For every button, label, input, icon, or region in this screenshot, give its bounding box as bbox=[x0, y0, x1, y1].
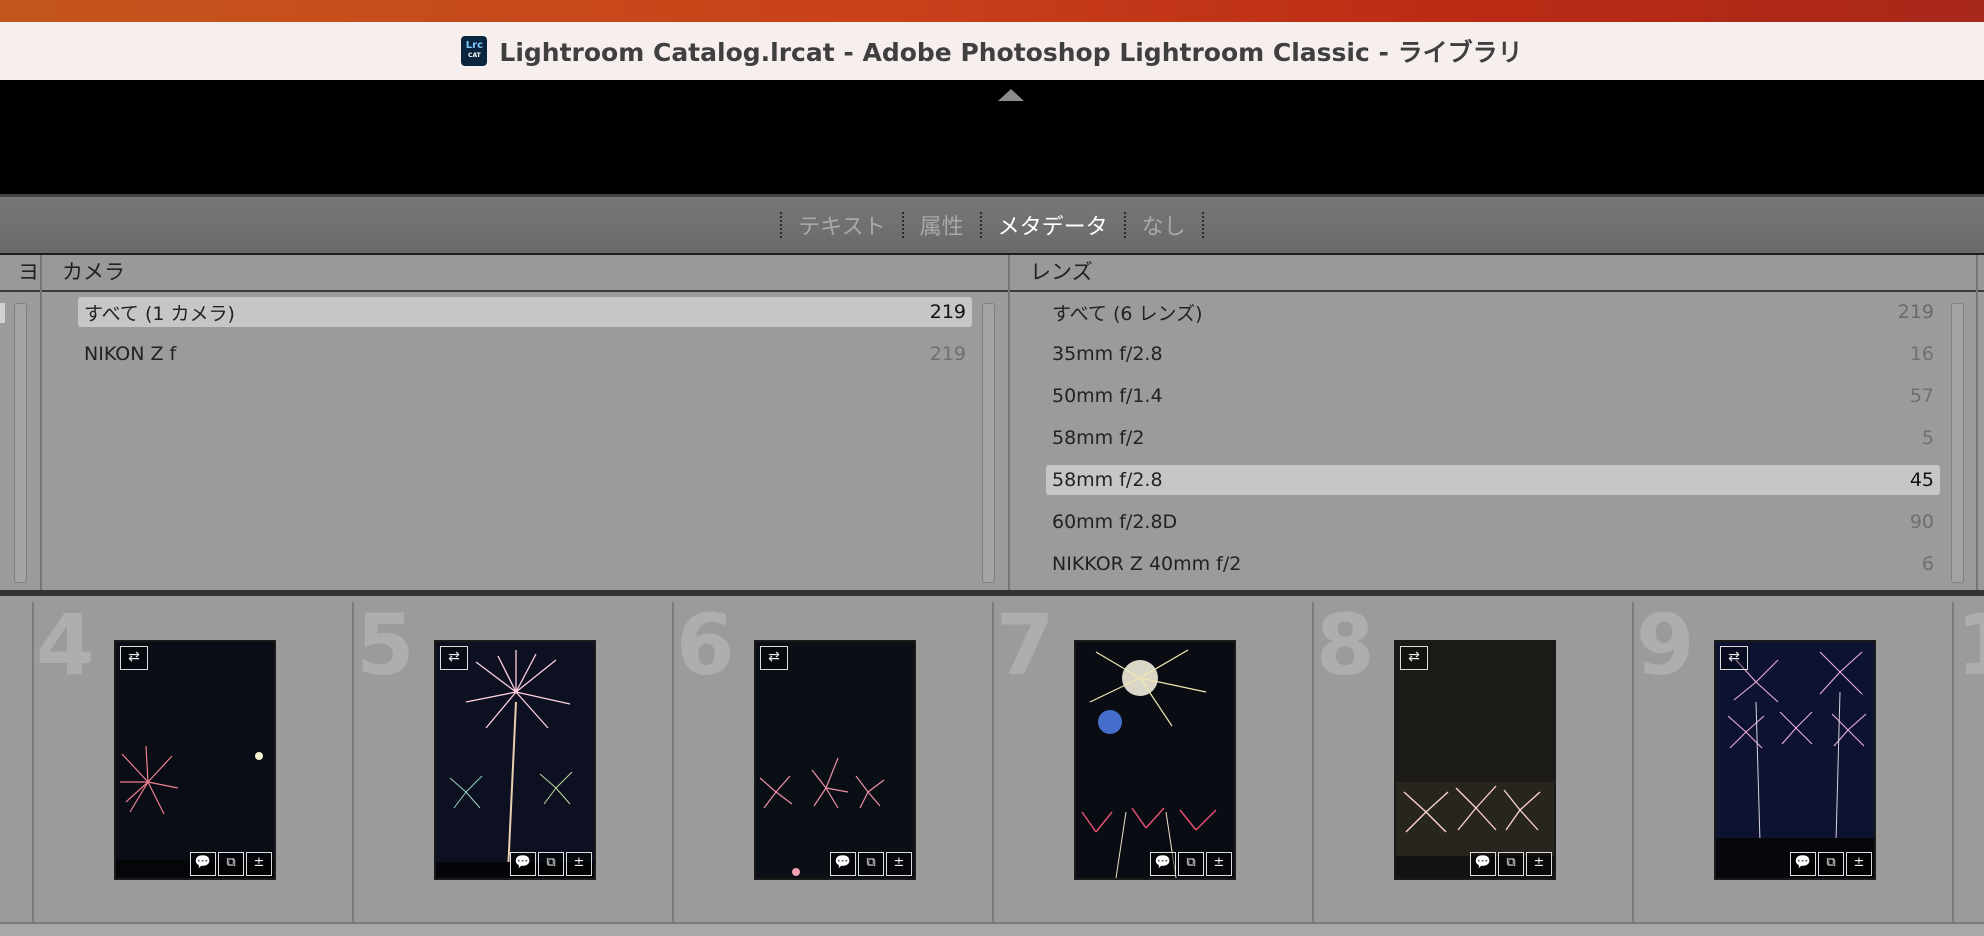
camera-column-scrollbar[interactable] bbox=[982, 303, 995, 583]
comment-icon[interactable]: 💬 bbox=[1470, 852, 1496, 876]
photo-thumbnail[interactable]: ⇄ 💬 ⧉ ± bbox=[754, 640, 916, 880]
list-item[interactable]: すべて (1 カメラ) 219 bbox=[78, 297, 972, 327]
cell-index-number: 9 bbox=[1636, 596, 1695, 694]
list-item[interactable]: NIKON Z f 219 bbox=[78, 339, 972, 369]
develop-adjusted-icon[interactable]: ± bbox=[1846, 852, 1872, 876]
metadata-browser: ヨ カメラ レンズ すべて (1 カメラ) 219 NIKON Z f 219 … bbox=[0, 255, 1984, 590]
tab-separator bbox=[901, 212, 904, 238]
left-column-header[interactable]: ヨ bbox=[18, 255, 39, 290]
column-divider[interactable] bbox=[1976, 255, 1978, 590]
window-title: Lightroom Catalog.lrcat - Adobe Photosho… bbox=[499, 38, 1523, 67]
filmstrip: 4 ⇄ 💬 ⧉ ± 5 ⇄ 💬 ⧉ ± 6 ⇄ 💬 ⧉ ± 7 💬 ⧉ ± 8 … bbox=[0, 596, 1984, 936]
cell-index-number: 4 bbox=[36, 596, 95, 694]
tab-separator bbox=[979, 212, 982, 238]
collection-icon[interactable]: ⧉ bbox=[858, 852, 884, 876]
window-accent-bar bbox=[0, 0, 1984, 22]
comment-icon[interactable]: 💬 bbox=[1790, 852, 1816, 876]
tab-separator bbox=[1201, 212, 1204, 238]
virtual-copy-badge-icon[interactable]: ⇄ bbox=[1400, 646, 1428, 670]
photo-thumbnail[interactable]: ⇄ 💬 ⧉ ± bbox=[434, 640, 596, 880]
cell-index-number: 8 bbox=[1316, 596, 1375, 694]
lens-column-scrollbar[interactable] bbox=[1951, 303, 1964, 583]
tab-separator bbox=[1123, 212, 1126, 238]
filmstrip-cell[interactable]: 9 ⇄ 💬 ⧉ ± bbox=[1632, 596, 1950, 922]
list-item[interactable]: NIKKOR Z 40mm f/2 6 bbox=[1046, 549, 1940, 579]
collapse-panel-triangle-icon[interactable] bbox=[998, 89, 1024, 101]
comment-icon[interactable]: 💬 bbox=[510, 852, 536, 876]
list-item[interactable]: すべて (6 レンズ) 219 bbox=[1046, 297, 1940, 327]
cell-index-number: 1 bbox=[1956, 596, 1984, 694]
left-column-selection bbox=[0, 303, 5, 323]
column-divider[interactable] bbox=[1008, 255, 1010, 590]
list-item[interactable]: 58mm f/2 5 bbox=[1046, 423, 1940, 453]
collection-icon[interactable]: ⧉ bbox=[1498, 852, 1524, 876]
camera-column-header[interactable]: カメラ bbox=[62, 255, 125, 290]
photo-thumbnail[interactable]: ⇄ 💬 ⧉ ± bbox=[114, 640, 276, 880]
fireworks-image bbox=[116, 642, 274, 878]
tab-separator bbox=[780, 212, 783, 238]
cell-index-number: 7 bbox=[996, 596, 1055, 694]
virtual-copy-badge-icon[interactable]: ⇄ bbox=[1720, 646, 1748, 670]
filmstrip-cell[interactable]: 5 ⇄ 💬 ⧉ ± bbox=[352, 596, 670, 922]
left-column-scrollbar[interactable] bbox=[14, 303, 27, 583]
comment-icon[interactable]: 💬 bbox=[190, 852, 216, 876]
cell-index-number: 6 bbox=[676, 596, 735, 694]
list-item[interactable]: 60mm f/2.8D 90 bbox=[1046, 507, 1940, 537]
fireworks-image bbox=[1076, 642, 1234, 878]
collection-icon[interactable]: ⧉ bbox=[218, 852, 244, 876]
lightroom-app-icon: Lrc CAT bbox=[461, 36, 488, 66]
tab-attribute[interactable]: 属性 bbox=[920, 209, 964, 241]
collection-icon[interactable]: ⧉ bbox=[1178, 852, 1204, 876]
filmstrip-partial-cell[interactable] bbox=[0, 602, 34, 922]
tab-text[interactable]: テキスト bbox=[798, 209, 885, 241]
top-panel bbox=[0, 80, 1984, 194]
comment-icon[interactable]: 💬 bbox=[1150, 852, 1176, 876]
column-divider[interactable] bbox=[40, 255, 42, 590]
fireworks-image bbox=[756, 642, 914, 878]
filmstrip-cell[interactable]: 4 ⇄ 💬 ⧉ ± bbox=[32, 596, 350, 922]
photo-thumbnail[interactable]: 💬 ⧉ ± bbox=[1074, 640, 1236, 880]
photo-thumbnail[interactable]: ⇄ 💬 ⧉ ± bbox=[1394, 640, 1556, 880]
virtual-copy-badge-icon[interactable]: ⇄ bbox=[120, 646, 148, 670]
virtual-copy-badge-icon[interactable]: ⇄ bbox=[760, 646, 788, 670]
filmstrip-cell[interactable]: 1 bbox=[1952, 596, 1984, 922]
develop-adjusted-icon[interactable]: ± bbox=[1206, 852, 1232, 876]
list-item[interactable]: 58mm f/2.8 45 bbox=[1046, 465, 1940, 495]
fireworks-image bbox=[1716, 642, 1874, 878]
photo-thumbnail[interactable]: ⇄ 💬 ⧉ ± bbox=[1714, 640, 1876, 880]
lens-column-header[interactable]: レンズ bbox=[1030, 255, 1093, 290]
develop-adjusted-icon[interactable]: ± bbox=[246, 852, 272, 876]
develop-adjusted-icon[interactable]: ± bbox=[886, 852, 912, 876]
list-item[interactable]: 50mm f/1.4 57 bbox=[1046, 381, 1940, 411]
tab-metadata[interactable]: メタデータ bbox=[998, 209, 1108, 241]
comment-icon[interactable]: 💬 bbox=[830, 852, 856, 876]
tab-none[interactable]: なし bbox=[1142, 209, 1186, 241]
filmstrip-cell[interactable]: 7 💬 ⧉ ± bbox=[992, 596, 1310, 922]
fireworks-image bbox=[436, 642, 594, 878]
column-header-row bbox=[0, 255, 1984, 292]
filmstrip-cell[interactable]: 6 ⇄ 💬 ⧉ ± bbox=[672, 596, 990, 922]
collection-icon[interactable]: ⧉ bbox=[1818, 852, 1844, 876]
cell-index-number: 5 bbox=[356, 596, 415, 694]
develop-adjusted-icon[interactable]: ± bbox=[1526, 852, 1552, 876]
develop-adjusted-icon[interactable]: ± bbox=[566, 852, 592, 876]
list-item[interactable]: 35mm f/2.8 16 bbox=[1046, 339, 1940, 369]
fireworks-image bbox=[1396, 642, 1554, 878]
collection-icon[interactable]: ⧉ bbox=[538, 852, 564, 876]
library-filter-bar: テキスト 属性 メタデータ なし bbox=[0, 197, 1984, 255]
virtual-copy-badge-icon[interactable]: ⇄ bbox=[440, 646, 468, 670]
title-bar: Lrc CAT Lightroom Catalog.lrcat - Adobe P… bbox=[0, 22, 1984, 80]
filmstrip-cell[interactable]: 8 ⇄ 💬 ⧉ ± bbox=[1312, 596, 1630, 922]
